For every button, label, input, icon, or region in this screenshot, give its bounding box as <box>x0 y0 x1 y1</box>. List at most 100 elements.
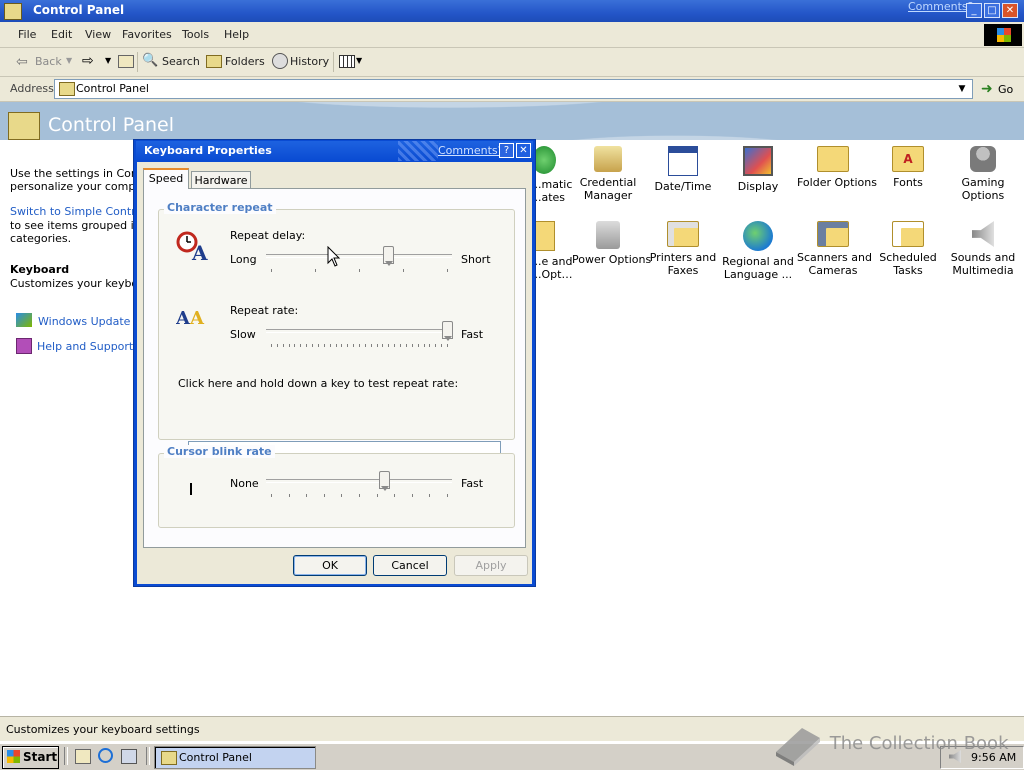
item-label: Power Options <box>572 253 652 266</box>
up-folder-icon[interactable] <box>118 55 134 68</box>
maximize-button[interactable]: □ <box>984 3 1000 18</box>
item-label: Gaming Options <box>961 176 1005 202</box>
control-panel-item[interactable]: Power Options <box>572 221 652 266</box>
toolbar-separator <box>137 52 138 72</box>
show-desktop-icon[interactable] <box>75 749 91 764</box>
power-plug-icon <box>596 221 620 249</box>
control-panel-item[interactable]: Regional and Language ... <box>722 221 794 281</box>
address-field[interactable]: Control Panel ▼ <box>54 79 973 99</box>
control-panel-item[interactable]: Folder Options <box>797 146 877 189</box>
apply-button[interactable]: Apply <box>454 555 528 576</box>
search-button[interactable]: Search <box>162 55 200 68</box>
address-label: Address <box>10 82 54 95</box>
menu-edit[interactable]: Edit <box>51 28 72 41</box>
slider-tick <box>411 344 413 347</box>
control-panel-item[interactable]: Date/Time <box>647 146 719 193</box>
dialog-close-button[interactable]: ✕ <box>516 143 531 158</box>
ok-button[interactable]: OK <box>293 555 367 576</box>
folders-button[interactable]: Folders <box>225 55 265 68</box>
slider-tick <box>271 494 272 497</box>
slider-tick <box>353 344 355 347</box>
menu-help[interactable]: Help <box>224 28 249 41</box>
dialog-title: Keyboard Properties <box>144 144 272 157</box>
dialog-comments-link[interactable]: Comments? <box>438 144 503 157</box>
cancel-button[interactable]: Cancel <box>373 555 447 576</box>
forward-arrow-icon[interactable]: ⇨ <box>82 53 94 69</box>
svg-text:A: A <box>176 308 191 327</box>
intro-line: Use the settings in Contro <box>10 167 154 180</box>
internet-explorer-icon[interactable] <box>98 748 113 763</box>
slider-thumb[interactable] <box>383 246 395 266</box>
start-label: Start <box>23 750 58 764</box>
search-icon[interactable]: 🔍 <box>142 53 158 68</box>
menu-favorites[interactable]: Favorites <box>122 28 172 41</box>
back-dropdown-icon[interactable]: ▼ <box>66 56 72 65</box>
address-dropdown-icon[interactable]: ▼ <box>953 80 971 98</box>
back-arrow-icon[interactable]: ⇦ <box>16 54 28 70</box>
taskbar-control-panel[interactable]: Control Panel <box>154 746 316 769</box>
repeat-rate-slider[interactable] <box>266 320 453 350</box>
cursor-blink-fast: Fast <box>461 477 484 490</box>
go-arrow-icon[interactable]: ➜ <box>981 81 993 97</box>
control-panel-item[interactable]: Sounds and Multimedia <box>947 221 1019 277</box>
control-panel-item[interactable]: Printers and Faxes <box>647 221 719 277</box>
intro-line: personalize your compute <box>10 180 154 193</box>
slider-thumb[interactable] <box>378 471 390 491</box>
minimize-button[interactable]: _ <box>966 3 982 18</box>
item-label: Regional and Language ... <box>722 255 794 281</box>
item-label: Date/Time <box>654 180 712 193</box>
folders-icon[interactable] <box>206 55 222 68</box>
slider-thumb[interactable] <box>442 321 453 341</box>
slider-tick <box>306 344 308 347</box>
history-icon[interactable] <box>272 53 288 69</box>
help-support-link[interactable]: Help and Support <box>37 340 133 353</box>
repeat-delay-slider[interactable] <box>266 245 452 275</box>
control-panel-item[interactable]: A Fonts <box>872 146 944 189</box>
back-button[interactable]: Back <box>35 55 62 68</box>
views-icon[interactable] <box>339 55 355 68</box>
control-panel-item[interactable]: Scanners and Cameras <box>797 221 872 277</box>
windows-update-link[interactable]: Windows Update <box>38 315 130 328</box>
slider-tick <box>282 344 284 347</box>
cursor-blink-slider[interactable] <box>266 470 452 500</box>
keyboard-properties-dialog: Keyboard Properties Comments? ? ✕ Speed … <box>133 139 536 587</box>
scanner-icon <box>817 221 849 247</box>
slider-tick <box>417 344 419 347</box>
go-button[interactable]: Go <box>998 83 1013 96</box>
repeat-delay-label: Repeat delay: <box>230 229 306 242</box>
menu-view[interactable]: View <box>85 28 111 41</box>
slider-tick <box>364 344 366 347</box>
control-panel-item[interactable]: Display <box>722 146 794 193</box>
globe-icon <box>743 221 773 251</box>
item-label: Fonts <box>893 176 923 189</box>
start-button[interactable]: Start <box>2 746 59 769</box>
windows-logo <box>984 24 1022 46</box>
scheduled-tasks-icon <box>892 221 924 247</box>
slider-tick <box>312 344 314 347</box>
control-panel-item[interactable]: Scheduled Tasks <box>872 221 944 277</box>
menu-tools[interactable]: Tools <box>182 28 209 41</box>
comments-link[interactable]: Comments? <box>908 0 973 13</box>
dialog-titlebar: Keyboard Properties Comments? ? ✕ <box>136 141 533 161</box>
help-button[interactable]: ? <box>499 143 514 158</box>
monitor-icon <box>743 146 773 176</box>
selected-item-desc: Customizes your keyboar <box>10 277 150 290</box>
close-button[interactable]: ✕ <box>1002 3 1018 18</box>
item-label: Scanners and Cameras <box>797 251 872 277</box>
item-label: ...matic ...ates <box>531 178 573 204</box>
dialog-body: Speed Hardware Character repeat A Repeat… <box>137 162 532 584</box>
media-player-icon[interactable] <box>121 749 137 764</box>
tab-speed[interactable]: Speed <box>143 168 189 189</box>
tab-hardware[interactable]: Hardware <box>191 171 251 189</box>
repeat-delay-short: Short <box>461 253 491 266</box>
views-dropdown-icon[interactable]: ▼ <box>356 56 362 65</box>
menu-file[interactable]: File <box>18 28 36 41</box>
slider-tick <box>376 344 378 347</box>
history-button[interactable]: History <box>290 55 329 68</box>
item-label: Sounds and Multimedia <box>950 251 1016 277</box>
control-panel-item[interactable]: Credential Manager <box>572 146 644 202</box>
slider-tick <box>347 344 349 347</box>
control-panel-item[interactable]: Gaming Options <box>947 146 1019 202</box>
forward-dropdown-icon[interactable]: ▼ <box>105 56 111 65</box>
slider-tick <box>306 494 308 497</box>
